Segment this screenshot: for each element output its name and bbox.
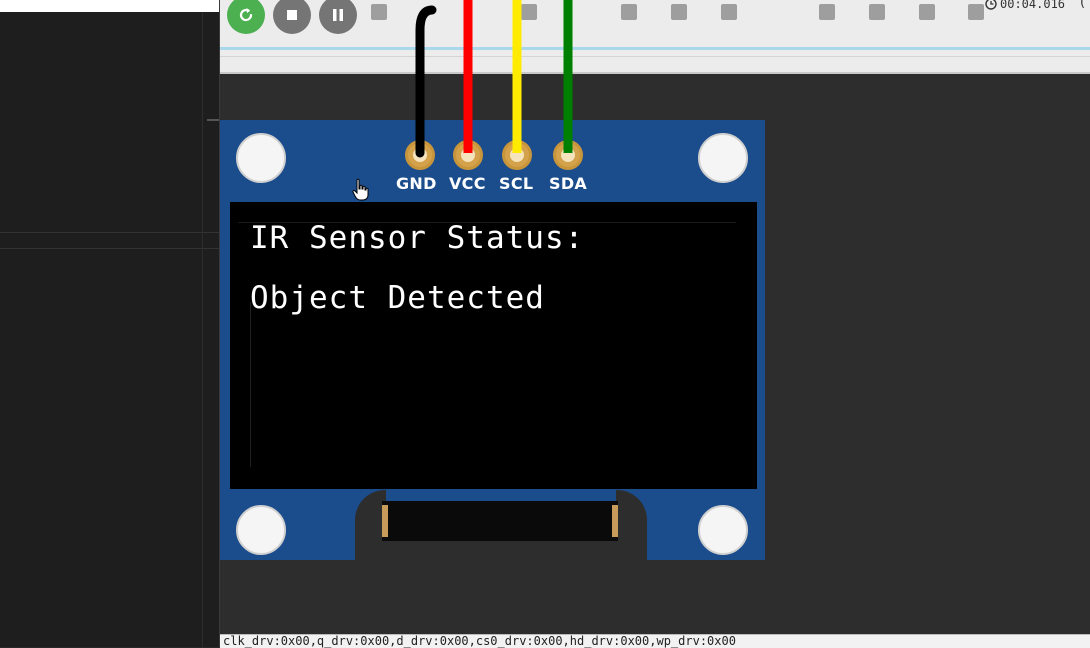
breadboard-rail-line [220, 56, 1090, 57]
breadboard-hole [819, 4, 835, 20]
oled-line-2: Object Detected [250, 280, 545, 316]
timer-extra: ( [1080, 0, 1086, 10]
panel-vertical-line [202, 12, 203, 647]
mounting-hole [236, 505, 286, 555]
hand-cursor-icon [352, 178, 369, 201]
pin-vcc[interactable] [453, 140, 483, 170]
pin-scl[interactable] [502, 140, 532, 170]
breadboard-hole [671, 4, 687, 20]
mounting-hole [698, 133, 748, 183]
oled-screen: IR Sensor Status: Object Detected [230, 202, 757, 489]
simulation-timer: 00:04.016 [985, 0, 1065, 13]
pause-icon [333, 9, 343, 21]
oled-line-1: IR Sensor Status: [250, 220, 585, 256]
pin-gnd[interactable] [405, 140, 435, 170]
breadboard-hole [371, 4, 387, 20]
serial-output-text: clk_drv:0x00,q_drv:0x00,d_drv:0x00,cs0_d… [223, 634, 736, 648]
panel-resize-handle[interactable] [207, 119, 219, 121]
breadboard-hole [621, 4, 637, 20]
left-panel-top-strip [0, 0, 219, 12]
breadboard-power-rail [220, 47, 1090, 50]
restart-icon [239, 8, 253, 22]
panel-separator [0, 232, 219, 233]
breadboard-hole [919, 4, 935, 20]
breadboard-hole [521, 4, 537, 20]
pin-label-gnd: GND [396, 174, 437, 193]
pin-label-sda: SDA [549, 174, 588, 193]
screen-scanline [250, 302, 251, 467]
left-panel [0, 0, 219, 647]
stop-icon [287, 10, 297, 20]
ribbon-connector [382, 501, 618, 541]
panel-separator [0, 248, 219, 249]
clock-icon [985, 0, 997, 10]
breadboard-hole [968, 4, 984, 20]
breadboard-hole [721, 4, 737, 20]
mounting-hole [698, 505, 748, 555]
ribbon-contact [382, 505, 388, 537]
timer-value: 00:04.016 [1000, 0, 1066, 11]
ribbon-bay [386, 489, 616, 501]
pin-label-vcc: VCC [449, 174, 486, 193]
ribbon-contact [612, 505, 618, 537]
mounting-hole [236, 133, 286, 183]
pin-sda[interactable] [553, 140, 583, 170]
serial-status-bar: clk_drv:0x00,q_drv:0x00,d_drv:0x00,cs0_d… [220, 634, 1090, 648]
pin-label-scl: SCL [499, 174, 534, 193]
breadboard-hole [869, 4, 885, 20]
